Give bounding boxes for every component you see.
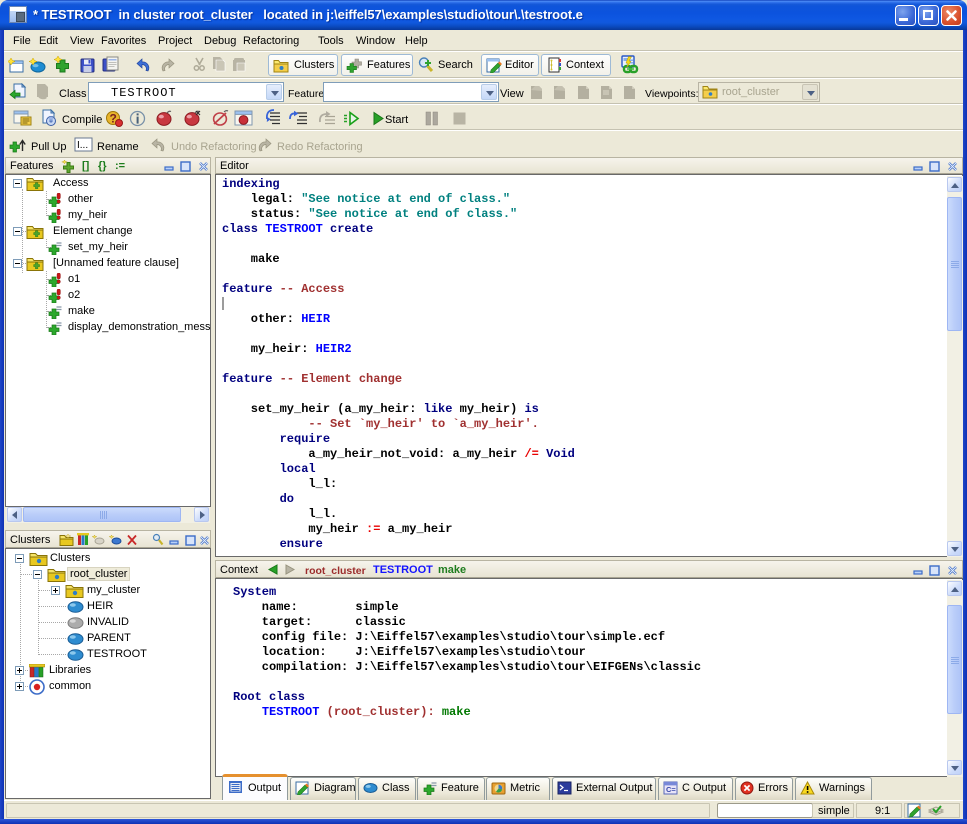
svg-text:I...: I... xyxy=(77,140,88,151)
svg-text:C=: C= xyxy=(666,785,676,794)
